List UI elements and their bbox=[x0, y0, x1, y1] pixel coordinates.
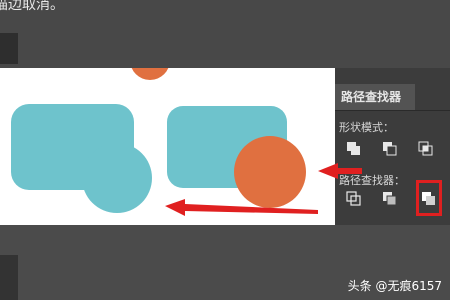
watermark-text: 头条 @无痕6157 bbox=[347, 279, 442, 293]
red-arrow-to-panel bbox=[318, 163, 362, 179]
overlay-annotations bbox=[318, 163, 362, 179]
